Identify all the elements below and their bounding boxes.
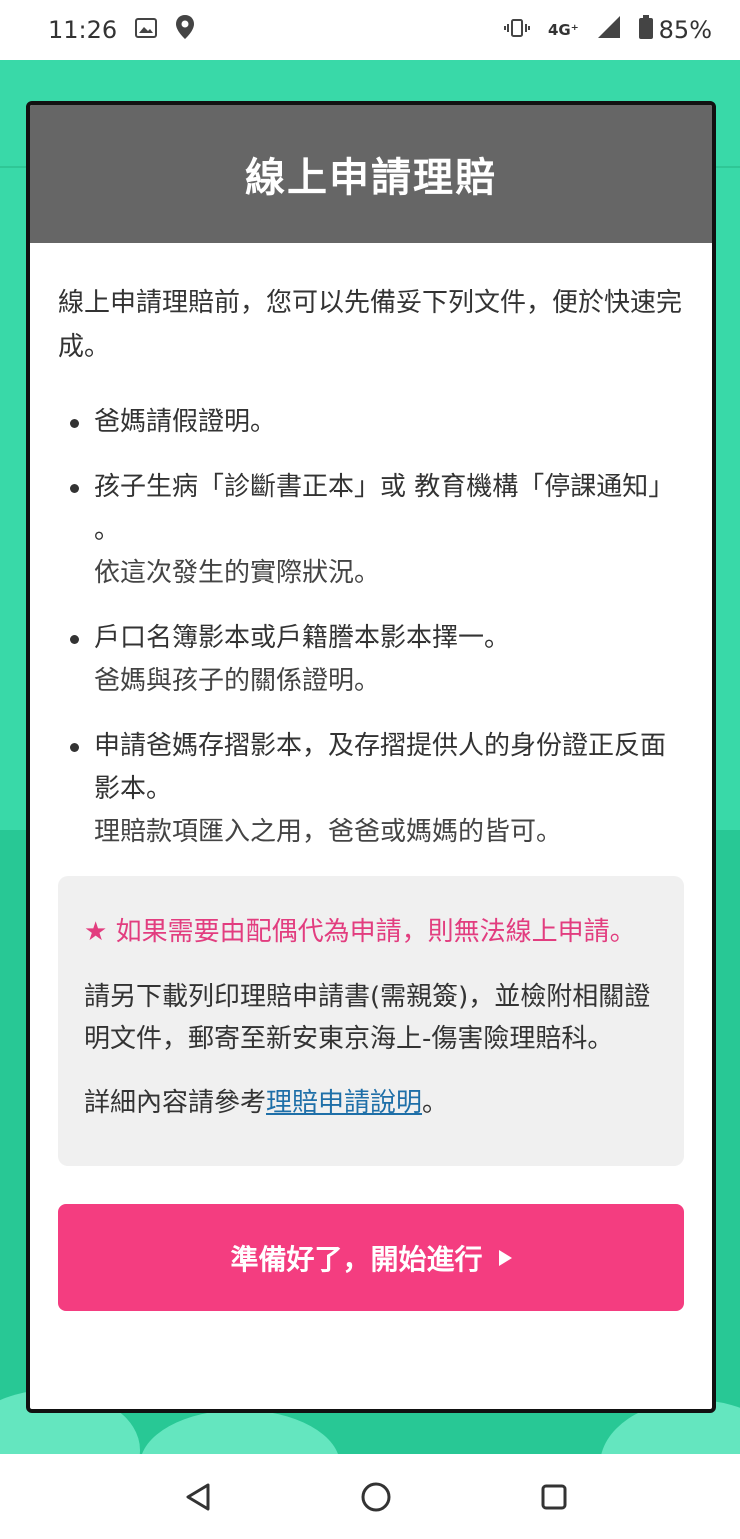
list-item: 戶口名簿影本或戶籍謄本影本擇一。 爸媽與孩子的關係證明。 xyxy=(58,617,684,703)
list-item-sub: 理賠款項匯入之用，爸爸或媽媽的皆可。 xyxy=(94,817,563,847)
document-list: 爸媽請假證明。 孩子生病「診斷書正本」或 教育機構「停課通知」 。 依這次發生的… xyxy=(58,401,684,854)
battery-percent: 85% xyxy=(658,16,712,44)
network-type: 4G⁺ xyxy=(547,21,579,39)
vibrate-icon xyxy=(503,16,530,44)
system-nav-bar xyxy=(0,1454,740,1539)
notice-instruction: 請另下載列印理賠申請書(需親簽)，並檢附相關證明文件，郵寄至新安東京海上-傷害險… xyxy=(84,982,651,1054)
start-button[interactable]: 準備好了，開始進行 xyxy=(58,1204,684,1311)
bullet-dot xyxy=(70,743,79,752)
list-item-sub: 爸媽與孩子的關係證明。 xyxy=(94,666,381,696)
start-button-label: 準備好了，開始進行 xyxy=(230,1242,483,1276)
bullet-dot xyxy=(70,419,79,428)
notice-warning: ★ 如果需要由配偶代為申請，則無法線上申請。 xyxy=(84,917,636,947)
intro-text: 線上申請理賠前，您可以先備妥下列文件，便於快速完成。 xyxy=(58,288,683,362)
notice-detail-prefix: 詳細內容請參考 xyxy=(84,1088,267,1118)
notice-detail-suffix: 。 xyxy=(422,1088,449,1118)
list-item: 爸媽請假證明。 xyxy=(58,401,684,444)
signal-icon xyxy=(597,15,621,45)
bullet-dot xyxy=(70,484,79,493)
status-left: 11:26 xyxy=(48,14,195,46)
notice-box: ★ 如果需要由配偶代為申請，則無法線上申請。 請另下載列印理賠申請書(需親簽)，… xyxy=(58,876,684,1166)
location-icon xyxy=(175,14,195,46)
notice-detail: 詳細內容請參考理賠申請說明。 xyxy=(84,1082,658,1124)
list-item: 申請爸媽存摺影本，及存摺提供人的身份證正反面影本。 理賠款項匯入之用，爸爸或媽媽… xyxy=(58,725,684,854)
home-icon[interactable] xyxy=(354,1475,398,1519)
modal-header: 線上申請理賠 xyxy=(30,105,712,243)
list-item-main: 戶口名簿影本或戶籍謄本影本擇一。 xyxy=(94,623,511,653)
bullet-dot xyxy=(70,635,79,644)
list-item-sub: 依這次發生的實際狀況。 xyxy=(94,558,381,588)
recents-icon[interactable] xyxy=(532,1475,576,1519)
modal-title: 線上申請理賠 xyxy=(245,155,497,201)
image-icon xyxy=(135,16,158,44)
claim-modal: 線上申請理賠 線上申請理賠前，您可以先備妥下列文件，便於快速完成。 爸媽請假證明… xyxy=(26,101,716,1413)
list-item-main: 孩子生病「診斷書正本」或 教育機構「停課通知」 。 xyxy=(94,472,675,545)
status-time: 11:26 xyxy=(48,16,118,44)
list-item-main: 申請爸媽存摺影本，及存摺提供人的身份證正反面影本。 xyxy=(94,731,667,804)
play-arrow-icon xyxy=(498,1249,512,1266)
list-item-main: 爸媽請假證明。 xyxy=(94,407,277,437)
claim-guide-link[interactable]: 理賠申請說明 xyxy=(266,1088,422,1118)
list-item: 孩子生病「診斷書正本」或 教育機構「停課通知」 。 依這次發生的實際狀況。 xyxy=(58,466,684,595)
status-right: 4G⁺ 85% xyxy=(503,15,712,45)
status-bar: 11:26 4G⁺ 85% xyxy=(0,0,740,60)
battery-icon xyxy=(638,15,653,45)
modal-body: 線上申請理賠前，您可以先備妥下列文件，便於快速完成。 爸媽請假證明。 孩子生病「… xyxy=(30,243,712,1311)
back-icon[interactable] xyxy=(176,1475,220,1519)
